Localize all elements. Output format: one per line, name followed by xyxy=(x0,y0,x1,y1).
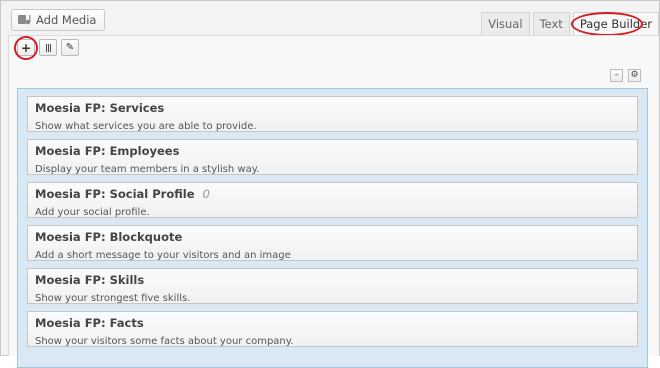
row-settings-button[interactable]: ⚙ xyxy=(628,69,641,82)
widget-grid: Moesia FP: Services Show what services y… xyxy=(17,88,648,368)
widget-title: Moesia FP: Employees xyxy=(35,144,180,158)
tab-page-builder-label: Page Builder xyxy=(579,17,652,31)
widget-count-badge: 0 xyxy=(202,187,210,201)
add-media-label: Add Media xyxy=(36,13,97,27)
widget-item[interactable]: Moesia FP: Employees Display your team m… xyxy=(27,139,638,175)
tab-text-label: Text xyxy=(539,17,563,31)
columns-icon: ||| xyxy=(45,42,52,52)
tab-text[interactable]: Text xyxy=(532,12,570,35)
widget-description: Show your visitors some facts about your… xyxy=(35,336,294,347)
widget-title: Moesia FP: Social Profile 0 xyxy=(35,187,210,201)
widget-item[interactable]: Moesia FP: Facts Show your visitors some… xyxy=(27,311,638,347)
editor-tabs: Visual Text Page Builder xyxy=(481,12,659,36)
widget-description: Show your strongest five skills. xyxy=(35,293,191,304)
add-row-button[interactable]: ||| xyxy=(39,39,57,56)
widget-item[interactable]: Moesia FP: Services Show what services y… xyxy=(27,96,638,132)
plus-icon: + xyxy=(20,40,32,55)
widget-description: Add your social profile. xyxy=(35,207,150,218)
widget-item[interactable]: Moesia FP: Social Profile 0 Add your soci… xyxy=(27,182,638,218)
tab-visual[interactable]: Visual xyxy=(481,12,530,35)
media-icon xyxy=(17,13,31,27)
row-collapse-button[interactable]: – xyxy=(610,69,623,82)
minimize-icon: – xyxy=(614,70,619,80)
tab-visual-label: Visual xyxy=(488,17,523,31)
widget-item[interactable]: Moesia FP: Blockquote Add a short messag… xyxy=(27,225,638,261)
widget-description: Add a short message to your visitors and… xyxy=(35,250,291,261)
add-media-button[interactable]: Add Media xyxy=(11,9,106,31)
tab-page-builder[interactable]: Page Builder xyxy=(570,12,659,36)
wrench-icon: ✎ xyxy=(65,41,75,53)
add-widget-button[interactable]: + xyxy=(14,36,38,60)
widget-title: Moesia FP: Facts xyxy=(35,316,144,330)
widget-description: Display your team members in a stylish w… xyxy=(35,164,260,175)
prebuilt-layout-button[interactable]: ✎ xyxy=(61,39,79,56)
widget-title: Moesia FP: Blockquote xyxy=(35,230,183,244)
settings-icon: ⚙ xyxy=(630,70,639,80)
widget-description: Show what services you are able to provi… xyxy=(35,121,257,132)
widget-title: Moesia FP: Services xyxy=(35,101,165,115)
builder-toolbar: + ||| ✎ xyxy=(14,36,79,60)
widget-title: Moesia FP: Skills xyxy=(35,273,145,287)
widget-item[interactable]: Moesia FP: Skills Show your strongest fi… xyxy=(27,268,638,304)
